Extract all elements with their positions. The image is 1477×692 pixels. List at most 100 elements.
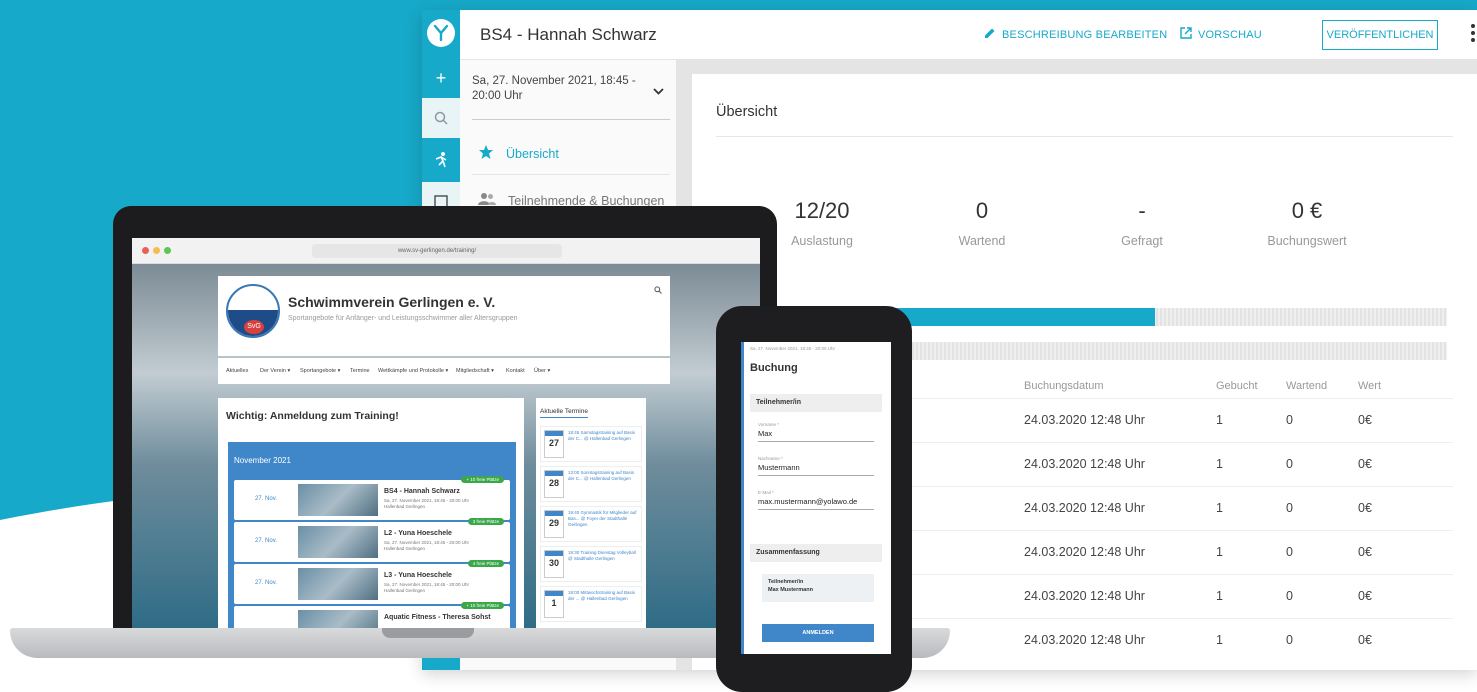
cell-date: 24.03.2020 12:48 Uhr [1024, 545, 1145, 559]
term-item[interactable]: 30 19:30 Training Dienstag Volleyball @ S… [540, 546, 642, 582]
event-image [298, 568, 378, 600]
stat-value: - [1138, 198, 1146, 223]
divider [716, 136, 1453, 137]
column-header-date[interactable]: Buchungsdatum [1024, 380, 1104, 392]
date-badge: 29 [544, 510, 564, 538]
divider [472, 174, 670, 175]
event-date: 27. Nov. [255, 538, 277, 544]
event-item[interactable]: 27. Nov. L2 - Yuna Hoeschele Sa, 27. Novem… [234, 518, 510, 562]
site-tagline: Sportangebote für Anfänger- und Leistung… [288, 315, 518, 322]
stat-value: 0 [975, 198, 989, 223]
minimize-icon[interactable] [153, 247, 160, 254]
close-icon[interactable] [142, 247, 149, 254]
edit-description-button[interactable]: BESCHREIBUNG BEARBEITEN [984, 27, 1167, 42]
event-subtitle: Sa, 27. November 2021, 18:45 - 20:00 Uhr… [384, 498, 470, 509]
nav-item[interactable]: Der Verein ▾ [260, 368, 290, 374]
cell-date: 24.03.2020 12:48 Uhr [1024, 501, 1145, 515]
sport-icon[interactable] [422, 140, 460, 180]
logo-icon[interactable] [427, 19, 455, 47]
field-value: Mustermann [758, 463, 800, 472]
free-spots-badge: 4 freie Plätze [467, 560, 504, 567]
term-item[interactable]: 28 13:00 Sonntagstraining auf Basis der C… [540, 466, 642, 502]
card-title: Übersicht [716, 104, 778, 120]
nav-item[interactable]: Mitgliedschaft ▾ [456, 368, 494, 374]
date-badge: 27 [544, 430, 564, 458]
club-logo[interactable]: SvG [226, 284, 280, 338]
sidebar-item-overview[interactable]: Übersicht [478, 144, 559, 163]
calendar-month: November 2021 [234, 456, 291, 465]
event-item[interactable]: Aquatic Fitness - Theresa Sohst + 10 frei… [234, 602, 510, 628]
cell-booked: 1 [1216, 457, 1223, 471]
stat-waiting: 0 Wartend [912, 198, 1052, 248]
term-item[interactable]: 1 18:00 Mittwochstraining auf Basis der .… [540, 586, 642, 622]
nav-item[interactable]: Über ▾ [534, 368, 550, 374]
column-header-booked[interactable]: Gebucht [1216, 380, 1258, 392]
cell-date: 24.03.2020 12:48 Uhr [1024, 413, 1145, 427]
cell-value: 0€ [1358, 589, 1372, 603]
column-header-waiting[interactable]: Wartend [1286, 380, 1327, 392]
cell-waiting: 0 [1286, 633, 1293, 647]
plus-icon[interactable]: + [422, 58, 460, 98]
column-header-value[interactable]: Wert [1358, 380, 1381, 392]
date-selector-value: Sa, 27. November 2021, 18:45 - 20:00 Uhr [472, 75, 636, 102]
laptop-notch [382, 628, 474, 638]
search-icon[interactable] [422, 98, 460, 138]
term-text: 18:00 Mittwochstraining auf Basis der ..… [568, 590, 636, 601]
event-item[interactable]: 27. Nov. BS4 - Hannah Schwarz Sa, 27. Nove… [234, 476, 510, 520]
preview-button[interactable]: VORSCHAU [1180, 27, 1262, 42]
summary-value: Max Mustermann [768, 587, 813, 593]
event-calendar: November 2021 27. Nov. BS4 - Hannah Schwa… [228, 442, 516, 628]
event-title: BS4 - Hannah Schwarz [384, 488, 460, 495]
nav-item[interactable]: Kontakt [506, 368, 525, 374]
stat-label: Wartend [958, 234, 1006, 248]
cell-waiting: 0 [1286, 413, 1293, 427]
nav-item[interactable]: Wettkämpfe und Protokolle ▾ [378, 368, 448, 374]
event-image [298, 610, 378, 628]
cell-date: 24.03.2020 12:48 Uhr [1024, 633, 1145, 647]
phone-screen: Sa, 27. November 2021, 18:45 - 20:00 Uhr… [741, 342, 891, 654]
event-item[interactable]: 27. Nov. L3 - Yuna Hoeschele Sa, 27. Novem… [234, 560, 510, 604]
stat-booking-value: 0 € Buchungswert [1237, 198, 1377, 248]
field-label: E-Mail * [758, 490, 774, 495]
field-value: Max [758, 429, 773, 438]
search-icon[interactable] [654, 286, 662, 296]
last-name-field[interactable]: Nachname * Mustermann [758, 456, 874, 476]
edit-description-label: BESCHREIBUNG BEARBEITEN [1002, 28, 1168, 41]
cell-value: 0€ [1358, 633, 1372, 647]
browser-toolbar: www.sv-gerlingen.de/training/ [132, 238, 760, 264]
cell-waiting: 0 [1286, 457, 1293, 471]
cell-waiting: 0 [1286, 545, 1293, 559]
term-item[interactable]: 29 19:40 Gymnastik für Mitglieder auf Bas… [540, 506, 642, 542]
term-item[interactable]: 27 18:45 Samstagstraining auf Basis der C… [540, 426, 642, 462]
field-label: Nachname * [758, 456, 783, 461]
nav-item[interactable]: Termine [350, 368, 370, 374]
page-title: BS4 - Hannah Schwarz [480, 25, 657, 44]
event-date: 27. Nov. [255, 580, 277, 586]
stat-label: Buchungswert [1267, 234, 1347, 248]
stat-value: 0 € [1291, 198, 1323, 223]
summary-label: Teilnehmer/in [768, 579, 804, 585]
date-selector[interactable]: Sa, 27. November 2021, 18:45 - 20:00 Uhr [472, 74, 670, 120]
address-bar[interactable]: www.sv-gerlingen.de/training/ [312, 244, 562, 258]
cell-value: 0€ [1358, 413, 1372, 427]
more-menu-icon[interactable] [1470, 24, 1476, 44]
cell-value: 0€ [1358, 457, 1372, 471]
publish-button[interactable]: VERÖFFENTLICHEN [1322, 20, 1438, 50]
date-badge: 28 [544, 470, 564, 498]
star-icon [478, 144, 494, 163]
maximize-icon[interactable] [164, 247, 171, 254]
register-button[interactable]: ANMELDEN [762, 624, 874, 642]
email-field[interactable]: E-Mail * max.mustermann@yolawo.de [758, 490, 874, 510]
event-image [298, 526, 378, 558]
first-name-field[interactable]: Vorname * Max [758, 422, 874, 442]
event-subtitle: Sa, 27. November 2021, 18:45 - 20:00 Uhr… [384, 582, 470, 593]
section-summary: Zusammenfassung [750, 544, 882, 562]
nav-item[interactable]: Sportangebote ▾ [300, 368, 340, 374]
nav-item[interactable]: Aktuelles [226, 368, 248, 374]
pencil-icon [984, 27, 996, 42]
stat-requested: - Gefragt [1072, 198, 1212, 248]
cell-date: 24.03.2020 12:48 Uhr [1024, 457, 1145, 471]
preview-label: VORSCHAU [1198, 28, 1262, 41]
site-main: Wichtig: Anmeldung zum Training! Novembe… [218, 398, 524, 628]
cell-booked: 1 [1216, 633, 1223, 647]
